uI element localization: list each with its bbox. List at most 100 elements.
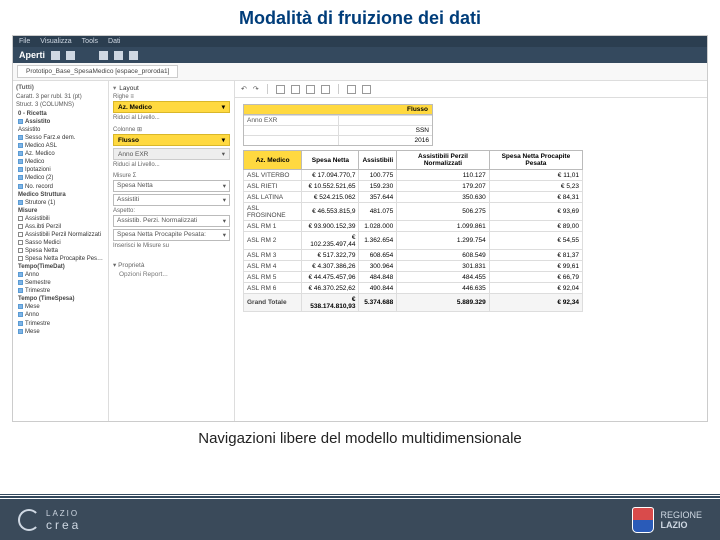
tree-item[interactable]: Medico (18, 158, 105, 166)
tree-item[interactable]: Tempo(TimeDat) (18, 263, 105, 271)
tree-item[interactable]: Ipotazioni (18, 166, 105, 174)
report-tab[interactable]: Prototipo_Base_SpesaMedico [espace_proro… (17, 65, 178, 78)
tree-item[interactable]: Trimestre (18, 287, 105, 295)
checkbox-icon[interactable] (18, 240, 23, 245)
tree-item[interactable]: Tempo (TimeSpesa) (18, 295, 105, 303)
table-row[interactable]: ASL RM 6€ 46.370.252,62490.844446.635€ 9… (244, 283, 583, 294)
tree-item[interactable]: 0 - Ricetta (18, 110, 105, 118)
tree-item[interactable]: Assistibili Perzil Normalizzati (18, 231, 105, 239)
checkbox-icon[interactable] (18, 151, 23, 156)
doc-icon[interactable] (51, 51, 60, 60)
checkbox-icon[interactable] (18, 143, 23, 148)
checkbox-icon[interactable] (18, 304, 23, 309)
checkbox-icon[interactable] (18, 280, 23, 285)
tree-item[interactable]: Spesa Netta (18, 247, 105, 255)
checkbox-icon[interactable] (18, 329, 23, 334)
checkbox-icon[interactable] (18, 312, 23, 317)
menu-visualizza[interactable]: Visualizza (40, 38, 71, 45)
checkbox-icon[interactable] (18, 175, 23, 180)
tree-item[interactable]: Assistito (18, 126, 105, 134)
table-row[interactable]: ASL RM 4€ 4.307.386,26300.964301.831€ 99… (244, 261, 583, 272)
th-1[interactable]: Spesa Netta (302, 151, 359, 170)
undo-icon[interactable]: ↶ (241, 85, 247, 93)
checkbox-icon[interactable] (18, 135, 23, 140)
pill-anno[interactable]: Anno EXR▾ (113, 148, 230, 160)
th-3[interactable]: Assistibili Perzil Normalizzati (397, 151, 490, 170)
checkbox-icon[interactable] (18, 224, 23, 229)
chart-icon[interactable] (291, 85, 300, 94)
tree-item[interactable]: Strutore (1) (18, 199, 105, 207)
sel-assist[interactable]: Assistiti▾ (113, 194, 230, 206)
riduci-link-2[interactable]: Riduci al Livello... (113, 162, 230, 168)
report-options-link[interactable]: Opzioni Report... (113, 271, 230, 278)
th-2[interactable]: Assistibili (359, 151, 397, 170)
checkbox-icon[interactable] (18, 184, 23, 189)
filter-icon[interactable] (306, 85, 315, 94)
sel-aspetto[interactable]: Assistib. Perzi. Normalizzati▾ (113, 215, 230, 227)
checkbox-icon[interactable] (18, 288, 23, 293)
tree-item[interactable]: Mese (18, 328, 105, 336)
pill-flusso[interactable]: Flusso▾ (113, 134, 230, 146)
menu-tools[interactable]: Tools (82, 38, 98, 45)
menu-file[interactable]: File (19, 38, 30, 45)
menu-dati[interactable]: Dati (108, 38, 120, 45)
tree-item[interactable]: Medico ASL (18, 142, 105, 150)
export-icon[interactable] (129, 51, 138, 60)
table-row[interactable]: ASL RM 1€ 93.900.152,391.028.0001.099.86… (244, 221, 583, 232)
row-header: ASL RM 6 (244, 283, 302, 294)
sel-spesa[interactable]: Spesa Netta▾ (113, 180, 230, 192)
checkbox-icon[interactable] (18, 256, 23, 261)
table-row[interactable]: ASL VITERBO€ 17.094.770,7100.775110.127€… (244, 170, 583, 181)
total-cell: € 538.174.810,93 (302, 294, 359, 312)
checkbox-icon[interactable] (18, 119, 23, 124)
checkbox-icon[interactable] (18, 272, 23, 277)
layout-header[interactable]: ▾Layout (113, 84, 230, 92)
tree-item[interactable]: Mese (18, 303, 105, 311)
table-row[interactable]: ASL RM 2€ 102.235.497,441.362.6541.299.7… (244, 232, 583, 250)
checkbox-icon[interactable] (18, 216, 23, 221)
checkbox-icon[interactable] (18, 200, 23, 205)
settings-icon[interactable] (347, 85, 356, 94)
tree-item[interactable]: Assistibili (18, 215, 105, 223)
pencil-icon[interactable] (99, 51, 108, 60)
grid-icon[interactable] (276, 85, 285, 94)
plus-icon[interactable] (66, 51, 75, 60)
tree-item[interactable]: Trimestre (18, 320, 105, 328)
tree-item[interactable]: Sasso Medici (18, 239, 105, 247)
tree-item[interactable]: Misure (18, 207, 105, 215)
tree-item[interactable]: Spesa Netta Procapite Pesata (18, 255, 105, 263)
table-row[interactable]: ASL RM 3€ 517.322,79608.654608.549€ 81,3… (244, 250, 583, 261)
checkbox-icon[interactable] (18, 248, 23, 253)
sort-icon[interactable] (321, 85, 330, 94)
refresh-icon[interactable] (362, 85, 371, 94)
riduci-link-1[interactable]: Riduci al Livello... (113, 115, 230, 121)
total-label: Grand Totale (244, 294, 302, 312)
app-window: File Visualizza Tools Dati Aperti Protot… (12, 35, 708, 422)
checkbox-icon[interactable] (18, 159, 23, 164)
table-row[interactable]: ASL LATINA€ 524.215.062357.644350.630€ 8… (244, 192, 583, 203)
tree-item[interactable]: Ass.ibti Perzil (18, 223, 105, 231)
tree-item[interactable]: Anno (18, 271, 105, 279)
tree-item[interactable]: Semestre (18, 279, 105, 287)
redo-icon[interactable]: ↷ (253, 85, 259, 93)
tree-item[interactable]: Anno (18, 311, 105, 319)
table-row[interactable]: ASL RM 5€ 44.475.457,96484.848484.455€ 6… (244, 272, 583, 283)
tree-item[interactable]: No. record (18, 183, 105, 191)
tree-item[interactable]: Medico (2) (18, 174, 105, 182)
checkbox-icon[interactable] (18, 167, 23, 172)
tree-item[interactable]: Az. Medico (18, 150, 105, 158)
sel-spesaproc[interactable]: Spesa Netta Procapite Pesata:▾ (113, 229, 230, 241)
table-row[interactable]: ASL FROSINONE€ 46.553.815,9481.075506.27… (244, 203, 583, 221)
pill-az-medico[interactable]: Az. Medico▾ (113, 101, 230, 113)
checkbox-icon[interactable] (18, 232, 23, 237)
tree-item[interactable]: Sesso Farz.e dem. (18, 134, 105, 142)
tree-item[interactable]: Assistito (18, 118, 105, 126)
tree-item[interactable]: Medico Struttura (18, 191, 105, 199)
insert-measures-link[interactable]: Inserisci le Misure su (113, 243, 230, 249)
table-row[interactable]: ASL RIETI€ 10.552.521,65159.230179.207€ … (244, 181, 583, 192)
th-4[interactable]: Spesa Netta Procapite Pesata (489, 151, 582, 170)
checkbox-icon[interactable] (18, 321, 23, 326)
check-icon[interactable] (114, 51, 123, 60)
properties-header[interactable]: ▾ Proprietà (113, 261, 230, 269)
th-0[interactable]: Az. Medico (244, 151, 302, 170)
